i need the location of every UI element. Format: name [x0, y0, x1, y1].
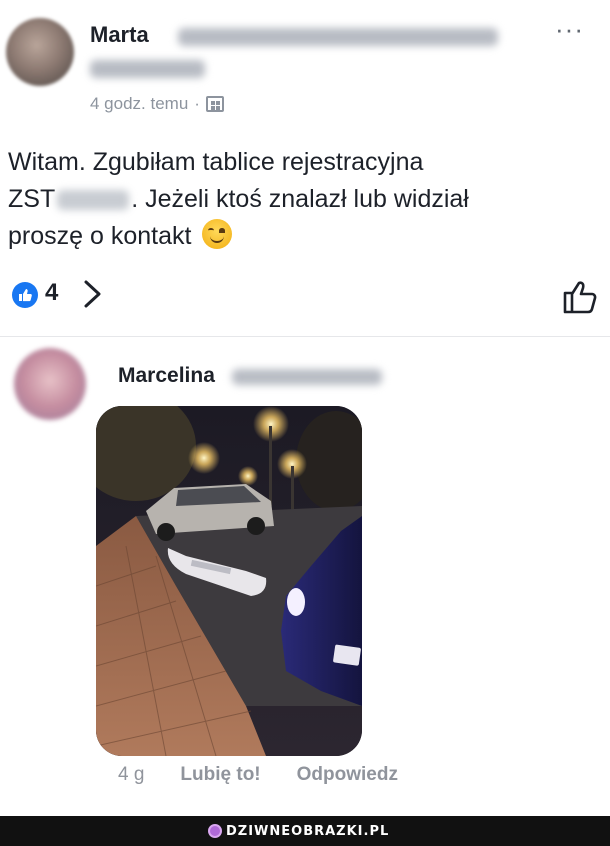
watermark-logo-icon: [208, 824, 222, 838]
commenter-surname-blurred: [232, 369, 382, 385]
post-meta: 4 godz. temu ·: [90, 94, 224, 114]
commenter-avatar[interactable]: [14, 348, 86, 420]
like-comment-button[interactable]: Lubię to!: [180, 764, 260, 786]
post-text-line: proszę o kontakt: [8, 218, 598, 255]
post-text-line: ZST . Jeżeli ktoś znalazł lub widział: [8, 181, 598, 218]
watermark: DZIWNEOBRAZKI.PL: [208, 822, 389, 840]
post-text-fragment: . Jeżeli ktoś znalazł lub widział: [131, 185, 469, 213]
comment-time[interactable]: 4 g: [118, 764, 144, 786]
reaction-count[interactable]: 4: [45, 279, 58, 307]
reply-button[interactable]: Odpowiedz: [297, 764, 398, 786]
comment-actions: 4 g Lubię to! Odpowiedz: [118, 764, 398, 786]
post-text: Witam. Zgubiłam tablice rejestracyjna ZS…: [8, 144, 598, 255]
like-badge-icon[interactable]: [12, 282, 38, 308]
plate-number-blurred: [57, 190, 130, 211]
smiling-face-emoji-icon: [202, 219, 233, 249]
plate-prefix: ZST: [8, 185, 56, 213]
chevron-right-icon[interactable]: [82, 278, 104, 310]
author-avatar[interactable]: [6, 18, 74, 86]
thumbs-up-icon[interactable]: [560, 276, 600, 316]
post-header: Marta 4 godz. temu · ···: [0, 0, 610, 130]
post-timestamp[interactable]: 4 godz. temu: [90, 94, 188, 114]
author-detail-blurred: [178, 28, 498, 46]
more-options-button[interactable]: ···: [555, 14, 584, 45]
section-divider: [0, 336, 610, 337]
author-name[interactable]: Marta: [90, 22, 149, 48]
reactions-row: 4: [0, 266, 610, 324]
comment-photo[interactable]: [96, 406, 362, 756]
post-text-line: Witam. Zgubiłam tablice rejestracyjna: [8, 148, 424, 176]
commenter-name[interactable]: Marcelina: [118, 364, 215, 388]
author-detail-blurred: [90, 60, 205, 78]
post-text-fragment: proszę o kontakt: [8, 222, 192, 250]
street-photo-image: [96, 406, 362, 756]
watermark-text: DZIWNEOBRAZKI.PL: [226, 823, 390, 839]
audience-icon: [205, 96, 224, 112]
meta-separator: ·: [194, 94, 200, 113]
